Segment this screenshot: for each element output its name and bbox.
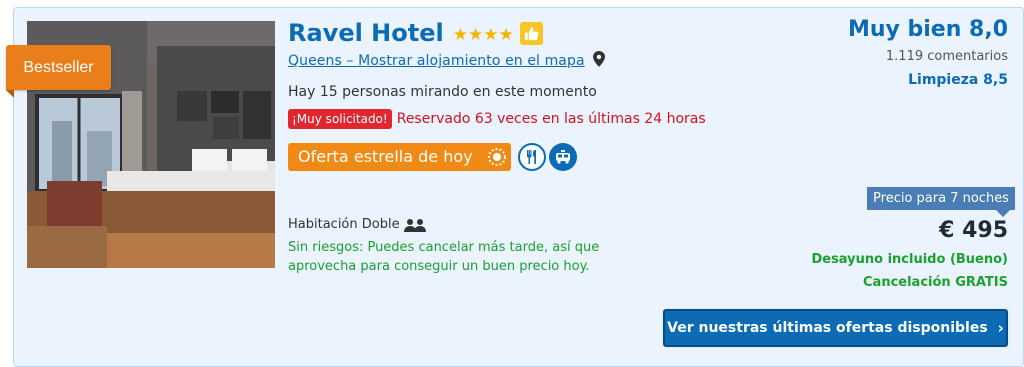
price: € 495 (939, 218, 1008, 243)
guests-icon (403, 218, 426, 232)
location-row: Queens – Mostrar alojamiento en el mapa (288, 51, 605, 71)
location-link[interactable]: Queens – Mostrar alojamiento en el mapa (288, 53, 585, 69)
review-score-label[interactable]: Muy bien 8,0 (848, 17, 1008, 42)
chevron-right-icon: › (997, 319, 1004, 337)
see-offers-label: Ver nuestras últimas ofertas disponibles (667, 320, 988, 336)
deal-badge[interactable]: Oferta estrella de hoy (288, 143, 483, 171)
cleanliness-score: Limpieza 8,5 (908, 72, 1008, 88)
see-offers-button[interactable]: Ver nuestras últimas ofertas disponibles… (663, 309, 1008, 347)
high-demand-badge: ¡Muy solicitado! (288, 109, 392, 129)
demand-row: ¡Muy solicitado! Reservado 63 veces en l… (288, 109, 706, 129)
room-type: Habitación Doble (288, 217, 400, 232)
thumbs-up-icon (519, 21, 543, 45)
free-cancellation-note: Sin riesgos: Puedes cancelar más tarde, … (288, 240, 600, 274)
hotel-name[interactable]: Ravel Hotel (288, 19, 444, 47)
price-label-notch (996, 210, 1010, 217)
deal-row: Oferta estrella de hoy (288, 143, 577, 171)
restaurant-icon[interactable] (517, 143, 546, 171)
nights-price-label: Precio para 7 noches (867, 187, 1015, 210)
bestseller-ribbon: Bestseller (6, 45, 111, 90)
breakfast-included: Desayuno incluido (Bueno) (811, 252, 1008, 267)
map-pin-icon[interactable] (592, 51, 605, 71)
ribbon-fold (6, 90, 14, 98)
shuttle-icon[interactable] (548, 143, 577, 171)
booked-count-text: Reservado 63 veces en las últimas 24 hor… (396, 111, 706, 127)
viewers-text: Hay 15 personas mirando en este momento (288, 84, 597, 100)
review-count[interactable]: 1.119 comentarios (886, 49, 1008, 64)
deal-icon (482, 143, 511, 171)
free-cancellation: Cancelación GRATIS (863, 275, 1008, 290)
title-row: Ravel Hotel ★★★★ (288, 17, 543, 49)
room-row: Habitación Doble (288, 217, 426, 232)
star-rating: ★★★★ (452, 25, 514, 45)
